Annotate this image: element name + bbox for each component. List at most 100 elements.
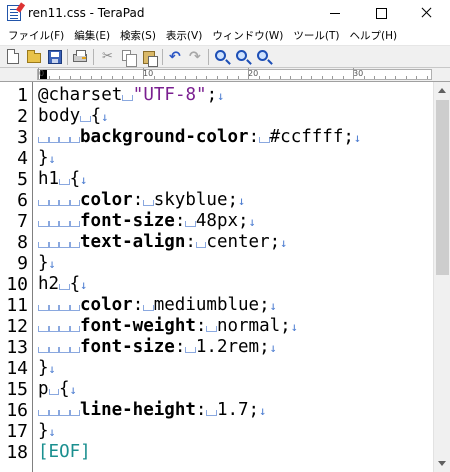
redo-icon[interactable]: ↷ bbox=[188, 49, 204, 65]
code-line[interactable]: color: mediumblue;↓ bbox=[38, 295, 277, 317]
whitespace-marker bbox=[143, 200, 154, 206]
menu-tools[interactable]: ツール(T) bbox=[288, 28, 344, 43]
code-line[interactable]: font-size: 48px;↓ bbox=[38, 211, 256, 233]
whitespace-marker bbox=[38, 200, 49, 206]
code-line[interactable]: color: skyblue;↓ bbox=[38, 190, 245, 212]
find-next-icon[interactable] bbox=[256, 49, 272, 65]
code-line[interactable]: }↓ bbox=[38, 421, 56, 443]
whitespace-marker bbox=[48, 305, 59, 311]
cut-icon[interactable]: ✂ bbox=[99, 49, 115, 65]
line-break-marker: ↓ bbox=[353, 131, 362, 145]
code-token: center; bbox=[206, 232, 281, 252]
string-literal: "UTF-8" bbox=[132, 85, 207, 105]
code-line[interactable]: body {↓ bbox=[38, 106, 108, 128]
code-line[interactable]: }↓ bbox=[38, 253, 56, 275]
print-icon[interactable] bbox=[72, 49, 88, 65]
menu-edit[interactable]: 編集(E) bbox=[69, 28, 115, 43]
code-token: { bbox=[90, 106, 102, 126]
code-line[interactable]: p {↓ bbox=[38, 379, 77, 401]
find-icon[interactable] bbox=[214, 49, 230, 65]
ruler-tick bbox=[332, 76, 333, 79]
ruler-label: 10 bbox=[143, 69, 154, 78]
line-number: 10 bbox=[6, 274, 28, 295]
menu-search[interactable]: 検索(S) bbox=[115, 28, 161, 43]
line-break-marker: ↓ bbox=[290, 320, 298, 334]
line-break-marker: ↓ bbox=[48, 257, 56, 271]
code-token: : bbox=[195, 316, 207, 336]
line-number: 2 bbox=[17, 106, 28, 127]
maximize-icon[interactable] bbox=[358, 0, 404, 26]
code-token: p bbox=[38, 379, 49, 399]
whitespace-marker bbox=[59, 305, 70, 311]
whitespace-marker bbox=[185, 221, 196, 227]
find-previous-icon[interactable] bbox=[235, 49, 251, 65]
code-token: 1.2rem; bbox=[195, 337, 270, 357]
ruler-tick bbox=[206, 76, 207, 79]
ruler-tick bbox=[164, 76, 165, 79]
line-break-marker: ↓ bbox=[80, 173, 88, 187]
undo-icon[interactable]: ↶ bbox=[168, 49, 184, 65]
code-line[interactable]: h1 {↓ bbox=[38, 169, 87, 191]
line-break-marker: ↓ bbox=[269, 299, 277, 313]
ruler-tick bbox=[300, 76, 302, 79]
scroll-up-icon[interactable] bbox=[434, 82, 450, 99]
whitespace-marker bbox=[69, 221, 80, 227]
menu-file[interactable]: ファイル(F) bbox=[3, 28, 69, 43]
code-line[interactable]: }↓ bbox=[38, 148, 56, 170]
ruler-tick bbox=[143, 68, 144, 79]
toolbar-separator bbox=[162, 49, 163, 65]
open-folder-icon[interactable] bbox=[26, 49, 42, 65]
whitespace-marker bbox=[69, 410, 80, 416]
copy-icon[interactable] bbox=[120, 49, 137, 67]
vertical-scrollbar[interactable] bbox=[433, 82, 450, 472]
paste-icon[interactable] bbox=[141, 49, 158, 67]
code-line[interactable]: h2 {↓ bbox=[38, 274, 87, 296]
code-line[interactable]: font-weight: normal;↓ bbox=[38, 316, 298, 338]
eof-marker: [EOF] bbox=[38, 442, 91, 462]
ruler-tick bbox=[269, 76, 270, 79]
whitespace-marker bbox=[38, 347, 49, 353]
title-bar[interactable]: ren11.css - TeraPad bbox=[0, 0, 450, 26]
whitespace-marker bbox=[206, 410, 217, 416]
whitespace-marker bbox=[143, 305, 154, 311]
scroll-down-icon[interactable] bbox=[434, 455, 450, 472]
menu-window[interactable]: ウィンドウ(W) bbox=[207, 28, 288, 43]
code-token: : bbox=[132, 295, 144, 315]
code-line[interactable]: [EOF] bbox=[38, 442, 91, 463]
ruler-label: 30 bbox=[353, 69, 364, 78]
toolbar-separator bbox=[67, 49, 68, 65]
whitespace-marker bbox=[122, 95, 133, 101]
menu-help[interactable]: ヘルプ(H) bbox=[345, 28, 403, 43]
ruler-tick bbox=[426, 76, 428, 79]
scroll-thumb[interactable] bbox=[436, 100, 449, 275]
code-line[interactable]: }↓ bbox=[38, 358, 56, 380]
ruler-tick bbox=[90, 76, 92, 79]
code-token: mediumblue; bbox=[153, 295, 270, 315]
code-token: } bbox=[38, 148, 49, 168]
code-line[interactable]: font-size: 1.2rem;↓ bbox=[38, 337, 277, 359]
close-icon[interactable] bbox=[404, 0, 450, 26]
code-line[interactable]: text-align: center;↓ bbox=[38, 232, 287, 254]
code-line[interactable]: line-height: 1.7;↓ bbox=[38, 400, 266, 422]
code-token: : bbox=[132, 190, 144, 210]
line-break-marker: ↓ bbox=[269, 341, 277, 355]
whitespace-marker bbox=[195, 242, 207, 248]
code-token: { bbox=[69, 169, 81, 189]
menu-view[interactable]: 表示(V) bbox=[161, 28, 207, 43]
code-line[interactable]: @charset "UTF-8";↓ bbox=[38, 85, 224, 107]
ruler-tick bbox=[353, 68, 354, 79]
ruler-tick bbox=[374, 76, 375, 79]
line-number: 7 bbox=[17, 211, 28, 232]
text-editor[interactable]: 1 2 3 4 5 6 7 8 9 10 11 12 13 14 15 16 17 18 @charset "UTF… bbox=[0, 82, 433, 472]
whitespace-marker bbox=[48, 389, 60, 395]
save-icon[interactable] bbox=[47, 49, 63, 65]
new-file-icon[interactable] bbox=[5, 49, 21, 65]
whitespace-marker bbox=[38, 305, 49, 311]
ruler: 0 10 20 30 bbox=[0, 67, 450, 82]
whitespace-marker bbox=[38, 242, 49, 248]
code-line[interactable]: background-color: #ccffff;↓ bbox=[38, 127, 361, 149]
minimize-icon[interactable] bbox=[312, 0, 358, 26]
code-token: : bbox=[185, 232, 196, 252]
terapad-app-icon[interactable] bbox=[7, 5, 21, 21]
code-token: ; bbox=[206, 85, 218, 105]
